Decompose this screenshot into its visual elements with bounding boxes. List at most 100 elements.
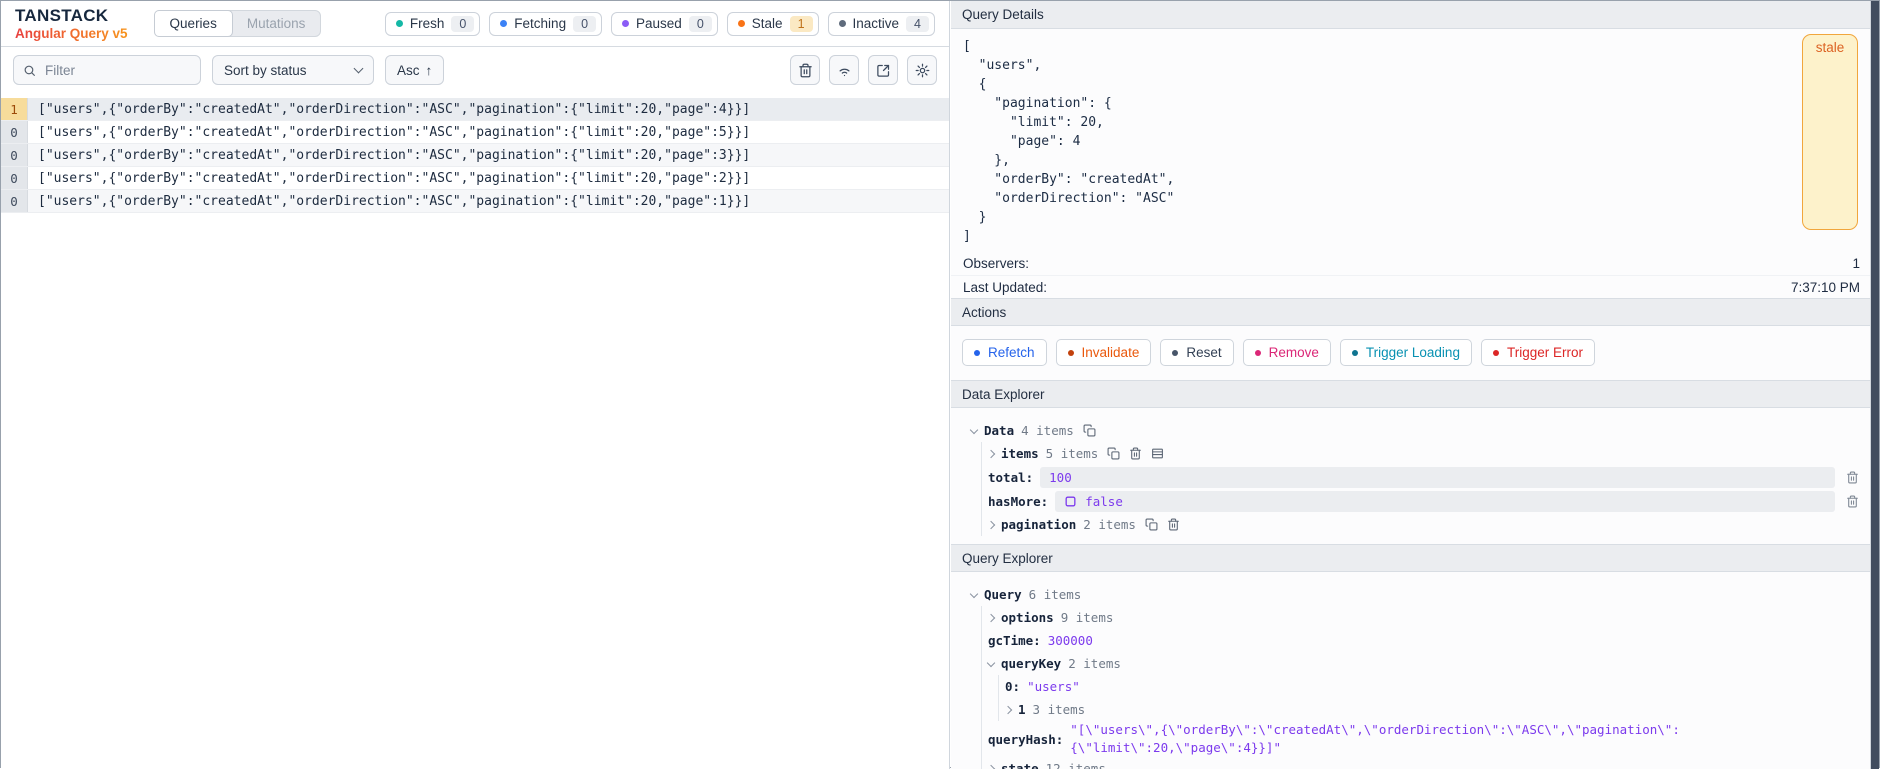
expander-open-icon[interactable] [987, 658, 995, 666]
data-explorer-title: Data Explorer [962, 387, 1045, 402]
sort-select[interactable]: Sort by status [212, 55, 374, 85]
trash-icon[interactable] [1129, 447, 1142, 460]
query-row[interactable]: 1["users",{"orderBy":"createdAt","orderD… [1, 98, 949, 121]
explorer-count: 3 items [1033, 702, 1086, 717]
filter-box[interactable] [13, 55, 201, 85]
queries-panel: TANSTACK Angular Query v5 QueriesMutatio… [1, 1, 950, 769]
explorer-row-data: Data 4 items [965, 419, 1860, 442]
status-badge-label: stale [1816, 40, 1845, 55]
tree-children: items5 itemstotal:100hasMore:falsepagina… [981, 442, 1860, 536]
explorer-key[interactable]: items [1001, 446, 1039, 461]
action-button-label: Trigger Error [1507, 345, 1583, 360]
checkbox-icon[interactable] [1064, 495, 1077, 508]
query-details-title: Query Details [962, 7, 1044, 22]
expander-closed-icon[interactable] [987, 449, 995, 457]
sort-select-value: Sort by status [224, 63, 307, 78]
expander-open-icon[interactable] [970, 589, 978, 597]
explorer-key[interactable]: options [1001, 610, 1054, 625]
query-details-panel: Query Details [ "users", { "pagination":… [951, 1, 1872, 769]
explorer-key[interactable]: queryKey [1001, 656, 1061, 671]
action-dot-icon [1255, 350, 1261, 356]
explorer-row-pagination: pagination2 items [982, 513, 1860, 536]
arrow-up-icon: ↑ [426, 63, 433, 78]
mock-offline-button[interactable] [829, 55, 859, 85]
explorer-key: total: [988, 470, 1033, 485]
expander-closed-icon[interactable] [987, 764, 995, 769]
status-filter-count: 1 [790, 16, 813, 32]
status-filters: Fresh0 Fetching0 Paused0 Stale1 Inactive4 [385, 12, 935, 36]
value-editor[interactable]: 100 [1040, 467, 1835, 488]
action-dot-icon [1352, 350, 1358, 356]
sort-direction-button[interactable]: Asc ↑ [385, 55, 444, 85]
observer-count-badge: 0 [1, 121, 28, 143]
copy-icon[interactable] [1145, 518, 1158, 531]
explorer-key[interactable]: Data [984, 423, 1014, 438]
status-filter-paused[interactable]: Paused0 [611, 12, 718, 36]
query-row[interactable]: 0["users",{"orderBy":"createdAt","orderD… [1, 190, 949, 213]
action-button-label: Reset [1186, 345, 1221, 360]
picture-in-picture-button[interactable] [868, 55, 898, 85]
expander-open-icon[interactable] [970, 425, 978, 433]
trigger-loading-button[interactable]: Trigger Loading [1340, 339, 1472, 366]
copy-icon[interactable] [1083, 424, 1096, 437]
query-row[interactable]: 0["users",{"orderBy":"createdAt","orderD… [1, 167, 949, 190]
query-toolbar: Sort by status Asc ↑ [1, 47, 949, 93]
gear-icon [915, 63, 930, 78]
value-editor[interactable]: false [1055, 491, 1835, 512]
explorer-key: gcTime: [988, 633, 1041, 648]
observer-count-badge: 0 [1, 190, 28, 212]
tab-mutations[interactable]: Mutations [232, 11, 321, 36]
query-list: 1["users",{"orderBy":"createdAt","orderD… [1, 98, 949, 213]
status-filter-label: Fresh [410, 16, 445, 31]
vertical-scrollbar[interactable] [1870, 1, 1879, 769]
status-badge: stale [1802, 34, 1858, 230]
explorer-key[interactable]: Query [984, 587, 1022, 602]
trash-icon[interactable] [1846, 495, 1859, 508]
trash-icon[interactable] [1167, 518, 1180, 531]
query-explorer-tree: Query6 itemsoptions9 itemsgcTime:300000q… [951, 572, 1872, 769]
copy-icon[interactable] [1107, 447, 1120, 460]
query-row[interactable]: 0["users",{"orderBy":"createdAt","orderD… [1, 121, 949, 144]
trash-icon[interactable] [1846, 471, 1859, 484]
expander-closed-icon[interactable] [987, 613, 995, 621]
refetch-button[interactable]: Refetch [962, 339, 1047, 366]
status-filter-fetching[interactable]: Fetching0 [489, 12, 602, 36]
trigger-error-button[interactable]: Trigger Error [1481, 339, 1595, 366]
observer-count-badge: 0 [1, 144, 28, 166]
brand-title: TANSTACK [15, 6, 128, 26]
reset-button[interactable]: Reset [1160, 339, 1233, 366]
action-dot-icon [1068, 350, 1074, 356]
explorer-count: 4 items [1021, 423, 1074, 438]
explorer-count: 9 items [1061, 610, 1114, 625]
settings-button[interactable] [907, 55, 937, 85]
filter-input[interactable] [43, 62, 191, 79]
tab-queries[interactable]: Queries [154, 10, 233, 37]
invalidate-button[interactable]: Invalidate [1056, 339, 1152, 366]
list-icon[interactable] [1151, 447, 1164, 460]
query-row[interactable]: 0["users",{"orderBy":"createdAt","orderD… [1, 144, 949, 167]
actions-row: Refetch Invalidate Reset Remove Trigger Load… [951, 326, 1872, 380]
status-filter-inactive[interactable]: Inactive4 [828, 12, 935, 36]
expander-closed-icon[interactable] [1004, 705, 1012, 713]
clear-cache-button[interactable] [790, 55, 820, 85]
explorer-row-items: items5 items [982, 442, 1860, 465]
action-dot-icon [1172, 350, 1178, 356]
remove-button[interactable]: Remove [1243, 339, 1331, 366]
explorer-key[interactable]: 1 [1018, 702, 1026, 717]
explorer-value[interactable]: 100 [1049, 470, 1072, 485]
status-filter-stale[interactable]: Stale1 [727, 12, 819, 36]
explorer-key[interactable]: pagination [1001, 517, 1076, 532]
explorer-row-hasmore: hasMore:false [982, 489, 1860, 513]
explorer-key: 0: [1005, 679, 1020, 694]
status-filter-fresh[interactable]: Fresh0 [385, 12, 480, 36]
status-filter-label: Inactive [853, 16, 900, 31]
explorer-value[interactable]: false [1085, 494, 1123, 509]
actions-title: Actions [962, 305, 1006, 320]
status-filter-label: Paused [636, 16, 682, 31]
explorer-value: 300000 [1048, 633, 1093, 648]
status-filter-label: Fetching [514, 16, 566, 31]
expander-closed-icon[interactable] [987, 520, 995, 528]
status-dot-icon [500, 20, 507, 27]
query-key-text: ["users",{"orderBy":"createdAt","orderDi… [28, 167, 750, 189]
observers-label: Observers: [963, 256, 1029, 271]
